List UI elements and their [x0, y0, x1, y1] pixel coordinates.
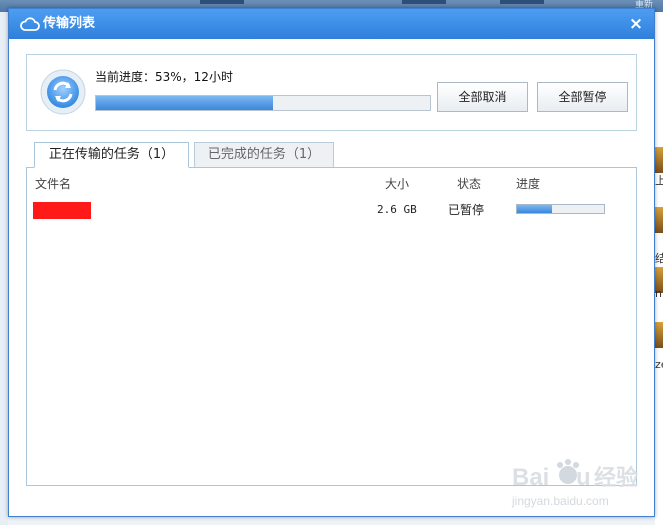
background-text: ni [655, 287, 663, 300]
overall-progress-panel: 当前进度：53%，12小时 全部取消 全部暂停 [26, 54, 637, 131]
overall-progress-label: 当前进度：53%，12小时 [95, 70, 233, 84]
file-name-redacted [33, 202, 91, 219]
sync-icon [40, 69, 86, 115]
background-left-edge [0, 12, 8, 525]
background-text: 上 [655, 174, 663, 187]
dialog-titlebar[interactable]: 传输列表 × [9, 9, 654, 39]
tab-completed[interactable]: 已完成的任务（1） [194, 142, 334, 168]
column-header-status[interactable]: 状态 [457, 176, 481, 192]
watermark-url: jingyan.baidu.com [511, 494, 609, 508]
overall-progress-fill [96, 96, 274, 110]
table-row[interactable]: 2.6 GB 已暂停 [27, 198, 636, 222]
overall-progress-bar [95, 95, 431, 111]
file-progress-fill [517, 205, 552, 213]
pause-all-button[interactable]: 全部暂停 [537, 82, 628, 112]
close-button[interactable]: × [626, 14, 646, 34]
background-thumbnail [655, 322, 663, 348]
cancel-all-button[interactable]: 全部取消 [437, 82, 528, 112]
file-size: 2.6 GB [377, 203, 417, 216]
svg-text:Bai: Bai [512, 464, 549, 491]
svg-text:u: u [576, 464, 591, 491]
background-thumbnail [655, 207, 663, 233]
file-status: 已暂停 [448, 203, 485, 217]
tab-in-progress[interactable]: 正在传输的任务（1） [34, 142, 189, 168]
svg-text:经验: 经验 [594, 465, 638, 491]
background-text: ze [655, 358, 663, 371]
transfer-list: 文件名 大小 状态 进度 2.6 GB 已暂停 [26, 167, 637, 486]
transfer-list-dialog: 传输列表 × 当前进度：53%，12小时 全部取消 全部暂停 正在传输的任务（1… [8, 8, 655, 517]
baidu-watermark-logo: Bai u 经验 jingyan.baidu.com [511, 459, 638, 508]
column-header-progress[interactable]: 进度 [516, 176, 540, 192]
column-header-filename[interactable]: 文件名 [35, 176, 71, 192]
background-thumbnail [655, 147, 663, 173]
background-right-edge: 上 结 ni ze [655, 12, 663, 525]
cloud-icon [20, 17, 40, 31]
column-header-size[interactable]: 大小 [385, 176, 409, 192]
dialog-title: 传输列表 [43, 16, 96, 31]
background-text: 结 [655, 252, 663, 265]
file-progress-bar [516, 204, 605, 214]
